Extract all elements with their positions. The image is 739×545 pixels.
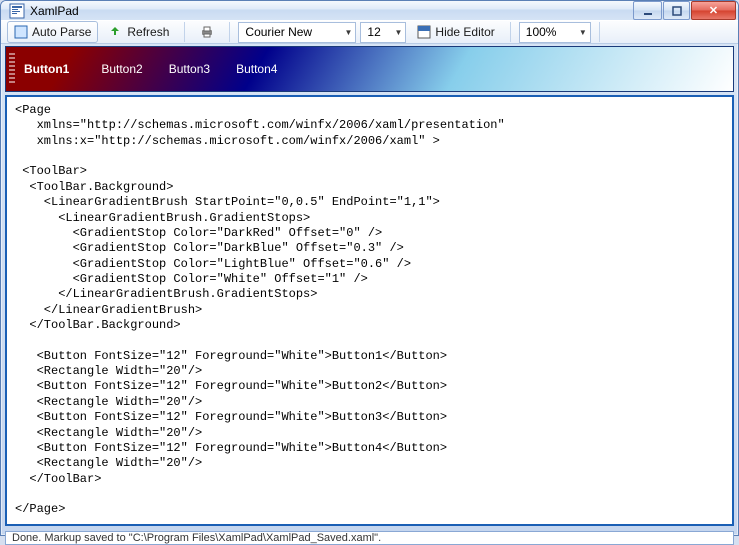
autoparse-label: Auto Parse <box>32 25 91 39</box>
fontsize-combo[interactable]: 12 ▼ <box>360 22 406 43</box>
separator <box>599 22 600 42</box>
preview-button-2[interactable]: Button2 <box>101 62 142 76</box>
print-icon <box>200 25 214 39</box>
zoom-value: 100% <box>526 25 557 39</box>
hideeditor-button[interactable]: Hide Editor <box>410 21 501 43</box>
autoparse-icon <box>14 25 28 39</box>
window-title: XamlPad <box>30 4 633 18</box>
app-window: XamlPad ✕ Auto Parse Refresh Courier New… <box>0 0 739 536</box>
fontsize-value: 12 <box>367 25 380 39</box>
status-bar: Done. Markup saved to "C:\Program Files\… <box>5 531 734 545</box>
chevron-down-icon: ▼ <box>386 28 402 37</box>
refresh-label: Refresh <box>127 25 169 39</box>
refresh-icon <box>109 25 123 39</box>
separator <box>184 22 185 42</box>
font-value: Courier New <box>245 25 312 39</box>
refresh-button[interactable]: Refresh <box>102 21 176 43</box>
window-buttons: ✕ <box>633 1 736 20</box>
app-icon <box>9 3 25 19</box>
main-toolbar: Auto Parse Refresh Courier New ▼ 12 ▼ Hi… <box>1 20 738 44</box>
close-button[interactable]: ✕ <box>691 1 736 20</box>
print-button[interactable] <box>193 21 221 43</box>
maximize-button[interactable] <box>663 1 690 20</box>
chevron-down-icon: ▼ <box>571 28 587 37</box>
hideeditor-label: Hide Editor <box>435 25 494 39</box>
xaml-editor[interactable]: <Page xmlns="http://schemas.microsoft.co… <box>5 95 734 526</box>
titlebar[interactable]: XamlPad ✕ <box>1 1 738 20</box>
chevron-down-icon: ▼ <box>336 28 352 37</box>
separator <box>510 22 511 42</box>
minimize-button[interactable] <box>633 1 662 20</box>
hideeditor-icon <box>417 25 431 39</box>
preview-button-3[interactable]: Button3 <box>169 62 210 76</box>
preview-button-4[interactable]: Button4 <box>236 62 277 76</box>
font-combo[interactable]: Courier New ▼ <box>238 22 356 43</box>
xaml-toolbar-preview: Button1 Button2 Button3 Button4 <box>5 46 734 92</box>
separator <box>229 22 230 42</box>
zoom-combo[interactable]: 100% ▼ <box>519 22 591 43</box>
preview-button-1[interactable]: Button1 <box>18 59 75 79</box>
autoparse-button[interactable]: Auto Parse <box>7 21 98 43</box>
status-text: Done. Markup saved to "C:\Program Files\… <box>12 532 381 544</box>
preview-pane: Button1 Button2 Button3 Button4 <box>1 44 738 92</box>
editor-pane: <Page xmlns="http://schemas.microsoft.co… <box>1 92 738 529</box>
